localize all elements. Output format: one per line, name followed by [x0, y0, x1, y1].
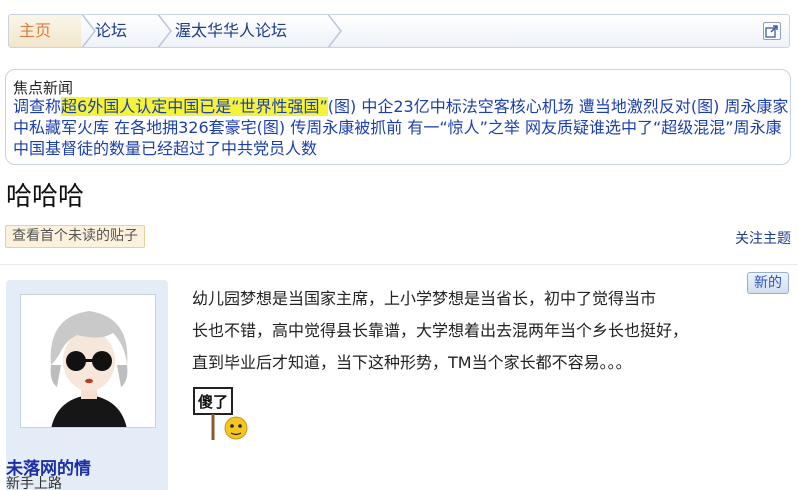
- news-link[interactable]: 在各地拥326套豪宅(图): [114, 118, 285, 137]
- author-rank: 新手上路: [6, 476, 62, 490]
- first-unread-button[interactable]: 查看首个未读的贴子: [5, 225, 145, 248]
- news-link[interactable]: 网友质疑谁选中了“超级混混”周永康: [525, 118, 782, 137]
- divider: [0, 264, 798, 265]
- news-title: 焦点新闻: [13, 79, 74, 97]
- news-link[interactable]: 超6外国人认定中国已是“世界性强国”: [61, 97, 328, 116]
- focus-news-box: 焦点新闻 调查称超6外国人认定中国已是“世界性强国”(图) 中企23亿中标法空客…: [5, 69, 791, 165]
- breadcrumb-forum[interactable]: 论坛: [95, 15, 127, 47]
- breadcrumb-separator-icon: [325, 15, 347, 47]
- breadcrumb-home[interactable]: 主页: [9, 15, 81, 47]
- news-list: 调查称超6外国人认定中国已是“世界性强国”(图) 中企23亿中标法空客核心机场 …: [13, 96, 789, 159]
- post-line: 长也不错，高中觉得县长靠谱，大学想着出去混两年当个乡长也挺好，: [192, 321, 689, 340]
- news-link[interactable]: 调查称: [13, 97, 61, 116]
- news-link[interactable]: (图): [328, 97, 357, 116]
- breadcrumb-separator-icon: [155, 15, 177, 47]
- news-link[interactable]: 中国基督徒的数量已经超过了中共党员人数: [13, 139, 317, 158]
- breadcrumb: 主页 论坛 渥太华华人论坛: [8, 14, 790, 48]
- post-body: 幼儿园梦想是当国家主席，上小学梦想是当省长，初中了觉得当市 长也不错，高中觉得县…: [192, 283, 762, 379]
- avatar[interactable]: [20, 294, 156, 428]
- breadcrumb-board[interactable]: 渥太华华人论坛: [175, 15, 287, 47]
- news-link[interactable]: 中企23亿中标法空客核心机场 遭当地激烈反对(图): [361, 97, 719, 116]
- silly-emoticon-icon: 傻了: [192, 386, 252, 442]
- expand-icon[interactable]: [763, 22, 781, 40]
- news-link[interactable]: 传周永康被抓前 有一“惊人”之举: [290, 118, 520, 137]
- thread-title: 哈哈哈: [6, 182, 85, 212]
- emoticon-sign-text: 傻了: [198, 393, 228, 411]
- post-line: 直到毕业后才知道，当下这种形势，TM当个家长都不容易。。。: [192, 353, 632, 372]
- follow-thread-link[interactable]: 关注主题: [735, 228, 791, 248]
- post-line: 幼儿园梦想是当国家主席，上小学梦想是当省长，初中了觉得当市: [192, 289, 657, 308]
